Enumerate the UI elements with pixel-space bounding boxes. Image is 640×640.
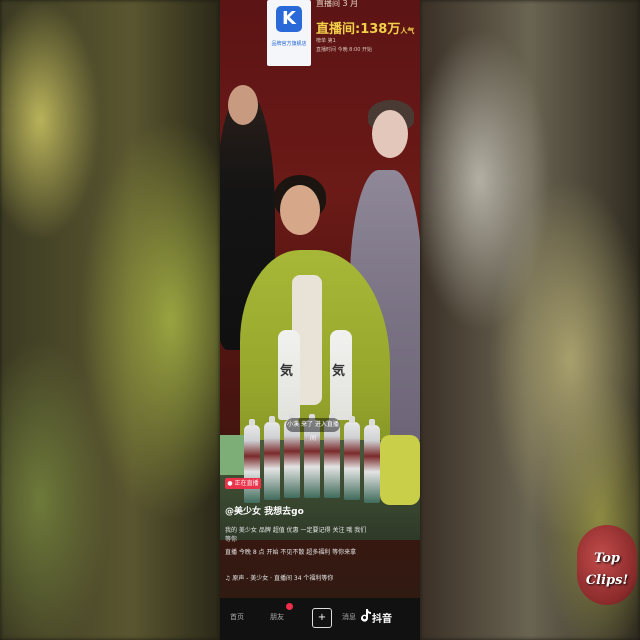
product-bottle (264, 416, 280, 500)
live-stream-screen[interactable]: 気 気 (220, 0, 420, 640)
viewer-entry-toast: 小溪 来了 进入直播间 (286, 418, 340, 442)
brand-k-icon: K (276, 6, 302, 32)
streamer-username[interactable]: @美少女 我想去go (225, 504, 304, 517)
live-count-suffix: 人气 (400, 27, 415, 35)
nav-friends[interactable]: 朋友 (270, 612, 284, 622)
top-clips-watermark: Top Clips! (580, 548, 634, 592)
product-bottle-large: 気 (330, 330, 352, 420)
top-status-text: 直播间 3 月 (316, 0, 359, 8)
blurred-background-left (0, 0, 220, 640)
host-center-face (280, 185, 320, 235)
green-box (220, 435, 246, 475)
live-count-unit: 万 (387, 22, 401, 37)
watermark-line-1: Top (594, 551, 620, 566)
bottom-nav-bar: 首页 朋友 + 消息 抖音 (220, 598, 420, 640)
shop-logo-text: 品牌官方旗舰店 (271, 41, 307, 47)
info-line-2: 直播时间 今晚 8:00 开始 (316, 47, 372, 53)
live-count-value: 直播间:138 (316, 22, 388, 37)
yellow-bag (380, 435, 420, 505)
product-bottle-large: 気 (278, 330, 300, 420)
caption-line-3: 直播 今晚 8 点 开始 不见不散 超多福利 等你来拿 (225, 549, 357, 556)
douyin-brand-label: 抖音 (372, 614, 392, 625)
caption-line-2: 等你 (225, 536, 238, 543)
douyin-note-icon (361, 609, 371, 622)
live-viewer-count: 直播间:138万人气 (316, 18, 414, 37)
notification-dot (286, 603, 293, 610)
product-bottle (344, 416, 360, 500)
nav-messages[interactable]: 消息 (342, 612, 356, 622)
caption-line-1: 我的 美少女 品牌 超值 优惠 一定要记得 关注 哦 我们 (225, 527, 367, 534)
create-plus-button[interactable]: + (312, 608, 332, 628)
live-tag-badge[interactable]: ● 正在直播 (225, 478, 261, 489)
watermark-line-2: Clips! (585, 573, 629, 588)
music-track-label[interactable]: ♫ 原声 - 美少女 · 直播间 34 个福利等你 (225, 573, 333, 582)
product-bottle (364, 419, 380, 503)
shop-logo[interactable]: K 品牌官方旗舰店 (267, 0, 311, 66)
product-bottle (244, 419, 260, 503)
info-line-1: 榜单 第1 (316, 38, 336, 44)
live-video-frame: 気 気 (220, 40, 420, 540)
nav-home[interactable]: 首页 (230, 612, 244, 622)
host-right-face (372, 110, 408, 158)
host-left-face (228, 85, 258, 125)
